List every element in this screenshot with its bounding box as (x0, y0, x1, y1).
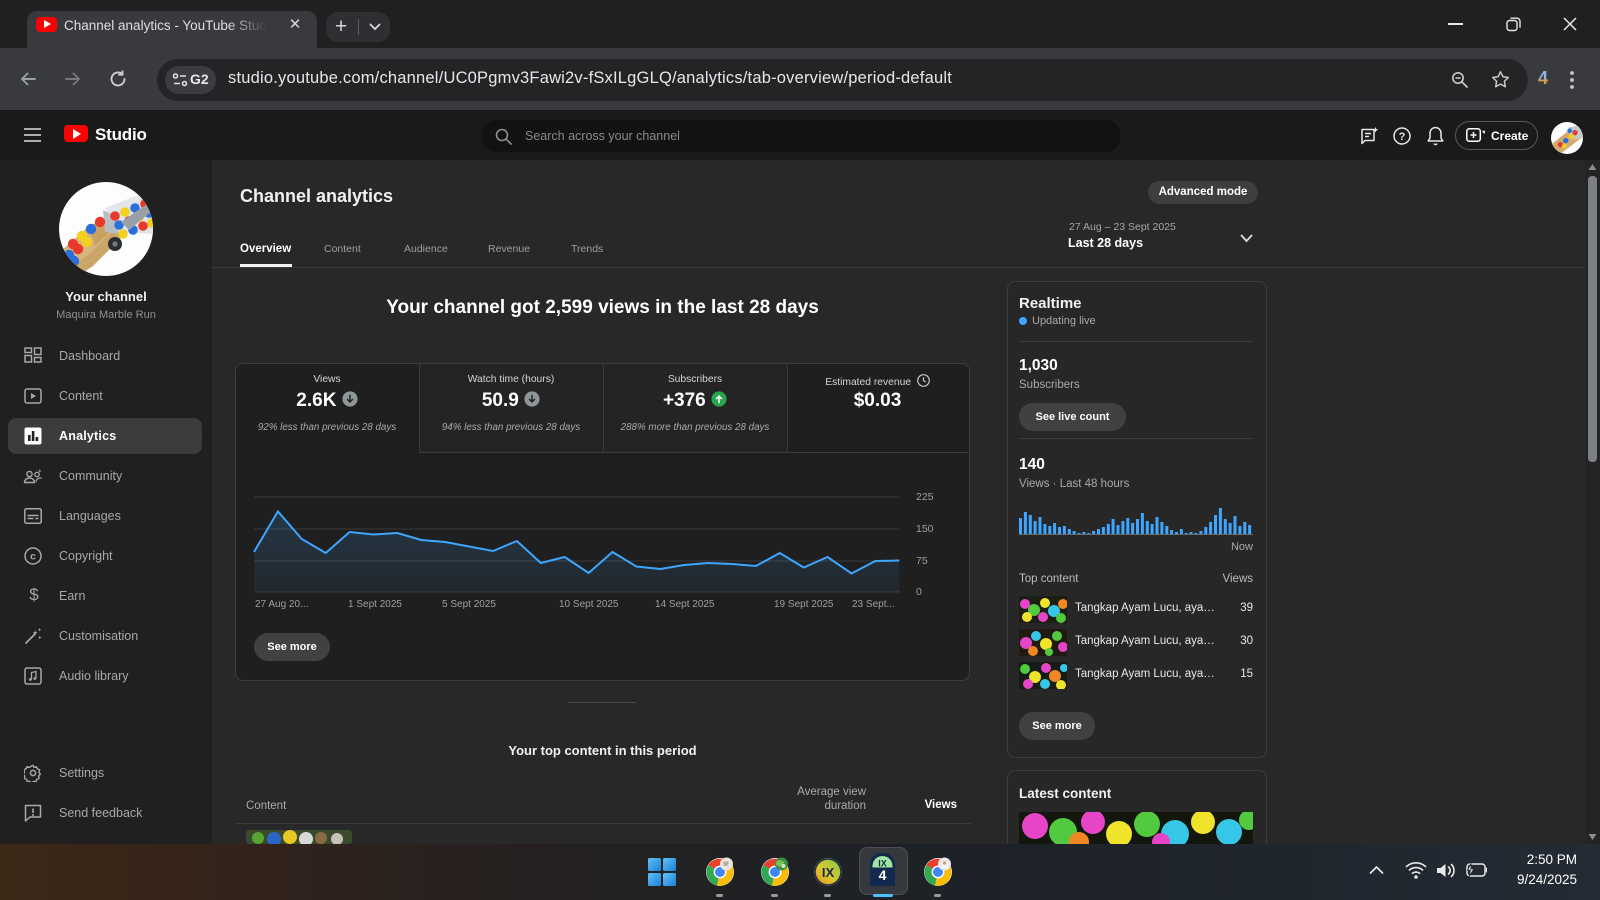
svg-text:c: c (30, 551, 36, 563)
svg-text:IX: IX (822, 865, 835, 880)
svg-text:?: ? (1399, 131, 1406, 143)
svg-text:4: 4 (879, 867, 887, 883)
